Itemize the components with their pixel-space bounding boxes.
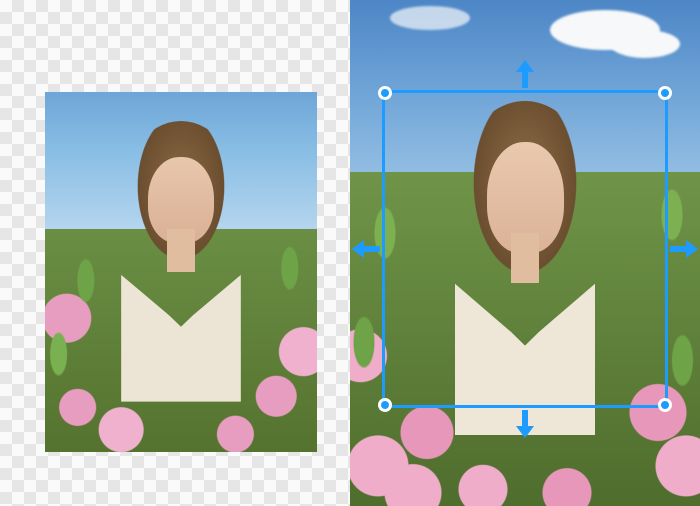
resize-handle-bottom-right[interactable] (658, 398, 672, 412)
image-region-neck (167, 229, 194, 272)
expand-down-arrow-icon[interactable] (516, 410, 534, 438)
resize-handle-top-right[interactable] (658, 86, 672, 100)
expand-up-arrow-icon[interactable] (516, 60, 534, 88)
image-region-cloud (390, 6, 470, 30)
resize-handle-top-left[interactable] (378, 86, 392, 100)
image-region-cloud (610, 30, 680, 58)
image-region-neck (511, 233, 539, 284)
source-image (45, 92, 317, 452)
after-panel (350, 0, 700, 506)
resize-handle-bottom-left[interactable] (378, 398, 392, 412)
expand-left-arrow-icon[interactable] (352, 240, 380, 258)
expand-right-arrow-icon[interactable] (670, 240, 698, 258)
before-panel (0, 0, 350, 506)
